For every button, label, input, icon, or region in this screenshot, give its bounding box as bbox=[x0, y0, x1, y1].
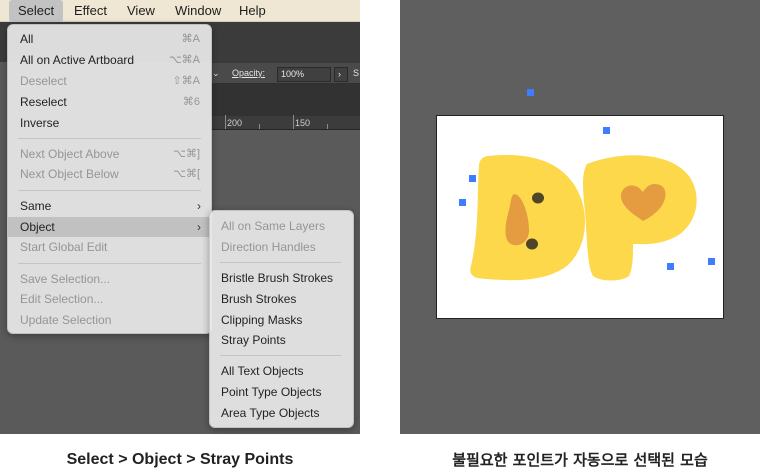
menu-item-start-global-edit: Start Global Edit bbox=[8, 237, 211, 257]
canvas-view bbox=[400, 0, 760, 434]
opacity-flyout-button[interactable]: › bbox=[334, 67, 348, 82]
dropdown-chevron-icon[interactable]: ⌄ bbox=[212, 68, 220, 79]
menu-item-label: Same bbox=[20, 199, 52, 213]
submenu-item-stray-points[interactable]: Stray Points bbox=[210, 330, 353, 350]
menu-item-label: All on Same Layers bbox=[221, 219, 326, 233]
document-tab-strip bbox=[210, 84, 360, 116]
opacity-label[interactable]: Opacity: bbox=[232, 68, 265, 79]
menu-item-label: Edit Selection... bbox=[20, 292, 104, 306]
ruler-tick bbox=[225, 115, 226, 129]
artboard[interactable] bbox=[436, 115, 724, 319]
menu-item-same[interactable]: Same › bbox=[8, 196, 211, 216]
menu-item-label: All Text Objects bbox=[221, 364, 304, 378]
menu-item-label: All on Active Artboard bbox=[20, 53, 135, 67]
menu-item-label: Direction Handles bbox=[221, 240, 316, 254]
horizontal-ruler: 200 150 bbox=[210, 115, 360, 130]
menu-item-next-object-below: Next Object Below ⌥⌘[ bbox=[8, 164, 211, 184]
stray-point[interactable] bbox=[459, 199, 466, 206]
shortcut-label: ⌘A bbox=[181, 33, 200, 45]
control-bar: ⌄ Opacity: 100% › S bbox=[210, 62, 360, 84]
menu-item-label: Area Type Objects bbox=[221, 406, 320, 420]
menu-item-edit-selection: Edit Selection... bbox=[8, 289, 211, 309]
select-menu: All ⌘A All on Active Artboard ⌥⌘A Desele… bbox=[7, 24, 212, 334]
menu-item-save-selection: Save Selection... bbox=[8, 269, 211, 289]
illustrator-window: ⌄ Opacity: 100% › S 200 150 Select Effec… bbox=[0, 0, 360, 434]
menu-item-update-selection: Update Selection bbox=[8, 310, 211, 330]
menu-separator bbox=[220, 262, 341, 263]
menu-item-label: Brush Strokes bbox=[221, 292, 297, 306]
chevron-right-icon: › bbox=[338, 69, 341, 79]
ruler-tick bbox=[327, 124, 328, 129]
submenu-arrow-icon: › bbox=[197, 220, 201, 234]
submenu-item-all-text-objects[interactable]: All Text Objects bbox=[210, 361, 353, 381]
ruler-tick bbox=[293, 115, 294, 129]
submenu-item-clipping-masks[interactable]: Clipping Masks bbox=[210, 310, 353, 330]
shortcut-label: ⇧⌘A bbox=[172, 75, 200, 87]
menu-item-label: Reselect bbox=[20, 95, 67, 109]
menu-separator bbox=[18, 263, 201, 264]
menu-item-label: Point Type Objects bbox=[221, 385, 322, 399]
submenu-item-bristle-brush-strokes[interactable]: Bristle Brush Strokes bbox=[210, 268, 353, 288]
ruler-tick bbox=[259, 124, 260, 129]
menu-separator bbox=[18, 190, 201, 191]
menubar: Select Effect View Window Help bbox=[0, 0, 360, 22]
ruler-label: 200 bbox=[227, 118, 243, 128]
menu-effect[interactable]: Effect bbox=[65, 0, 116, 22]
menu-item-label: Start Global Edit bbox=[20, 240, 108, 254]
menu-item-label: Update Selection bbox=[20, 313, 112, 327]
eye-lower[interactable] bbox=[526, 238, 538, 250]
stray-point[interactable] bbox=[708, 258, 715, 265]
menu-item-all[interactable]: All ⌘A bbox=[8, 29, 211, 49]
shortcut-label: ⌥⌘[ bbox=[173, 168, 200, 180]
stray-point[interactable] bbox=[603, 127, 610, 134]
ruler-label: 150 bbox=[295, 118, 311, 128]
eye-upper[interactable] bbox=[532, 192, 544, 204]
menu-item-label: Bristle Brush Strokes bbox=[221, 271, 334, 285]
submenu-item-area-type-objects[interactable]: Area Type Objects bbox=[210, 403, 353, 423]
stray-point[interactable] bbox=[527, 89, 534, 96]
menu-separator bbox=[18, 138, 201, 139]
stray-point[interactable] bbox=[469, 175, 476, 182]
menu-item-label: Stray Points bbox=[221, 333, 286, 347]
submenu-item-all-on-same-layers: All on Same Layers bbox=[210, 216, 353, 236]
submenu-arrow-icon: › bbox=[197, 199, 201, 213]
menu-item-next-object-above: Next Object Above ⌥⌘] bbox=[8, 144, 211, 164]
submenu-item-direction-handles: Direction Handles bbox=[210, 237, 353, 257]
submenu-item-brush-strokes[interactable]: Brush Strokes bbox=[210, 289, 353, 309]
menu-help[interactable]: Help bbox=[230, 0, 275, 22]
menu-view[interactable]: View bbox=[118, 0, 164, 22]
menu-item-all-on-active-artboard[interactable]: All on Active Artboard ⌥⌘A bbox=[8, 50, 211, 70]
dp-artwork[interactable] bbox=[437, 116, 725, 320]
menu-item-inverse[interactable]: Inverse bbox=[8, 113, 211, 133]
shortcut-label: ⌥⌘] bbox=[173, 148, 200, 160]
truncated-label: S bbox=[353, 68, 360, 78]
menu-item-label: Clipping Masks bbox=[221, 313, 303, 327]
menu-item-object[interactable]: Object › bbox=[8, 217, 211, 237]
menu-item-label: Next Object Below bbox=[20, 167, 119, 181]
shortcut-label: ⌘6 bbox=[182, 96, 200, 108]
submenu-item-point-type-objects[interactable]: Point Type Objects bbox=[210, 382, 353, 402]
menu-item-label: Inverse bbox=[20, 116, 60, 130]
menu-item-label: Object bbox=[20, 220, 55, 234]
opacity-input[interactable]: 100% bbox=[277, 67, 331, 82]
caption-menu-path: Select > Object > Stray Points bbox=[66, 451, 294, 468]
menu-select[interactable]: Select bbox=[9, 0, 64, 22]
menu-item-label: Save Selection... bbox=[20, 272, 111, 286]
stray-point[interactable] bbox=[667, 263, 674, 270]
menu-item-label: Next Object Above bbox=[20, 147, 120, 161]
opacity-value: 100% bbox=[281, 69, 305, 79]
menu-separator bbox=[220, 355, 341, 356]
menu-window[interactable]: Window bbox=[166, 0, 230, 22]
menu-item-label: All bbox=[20, 32, 34, 46]
caption-result: 불필요한 포인트가 자동으로 선택된 모습 bbox=[452, 451, 708, 469]
menu-item-label: Deselect bbox=[20, 74, 67, 88]
shortcut-label: ⌥⌘A bbox=[168, 54, 200, 66]
menu-item-reselect[interactable]: Reselect ⌘6 bbox=[8, 92, 211, 112]
menu-item-deselect: Deselect ⇧⌘A bbox=[8, 71, 211, 91]
object-submenu: All on Same Layers Direction Handles Bri… bbox=[209, 210, 354, 428]
